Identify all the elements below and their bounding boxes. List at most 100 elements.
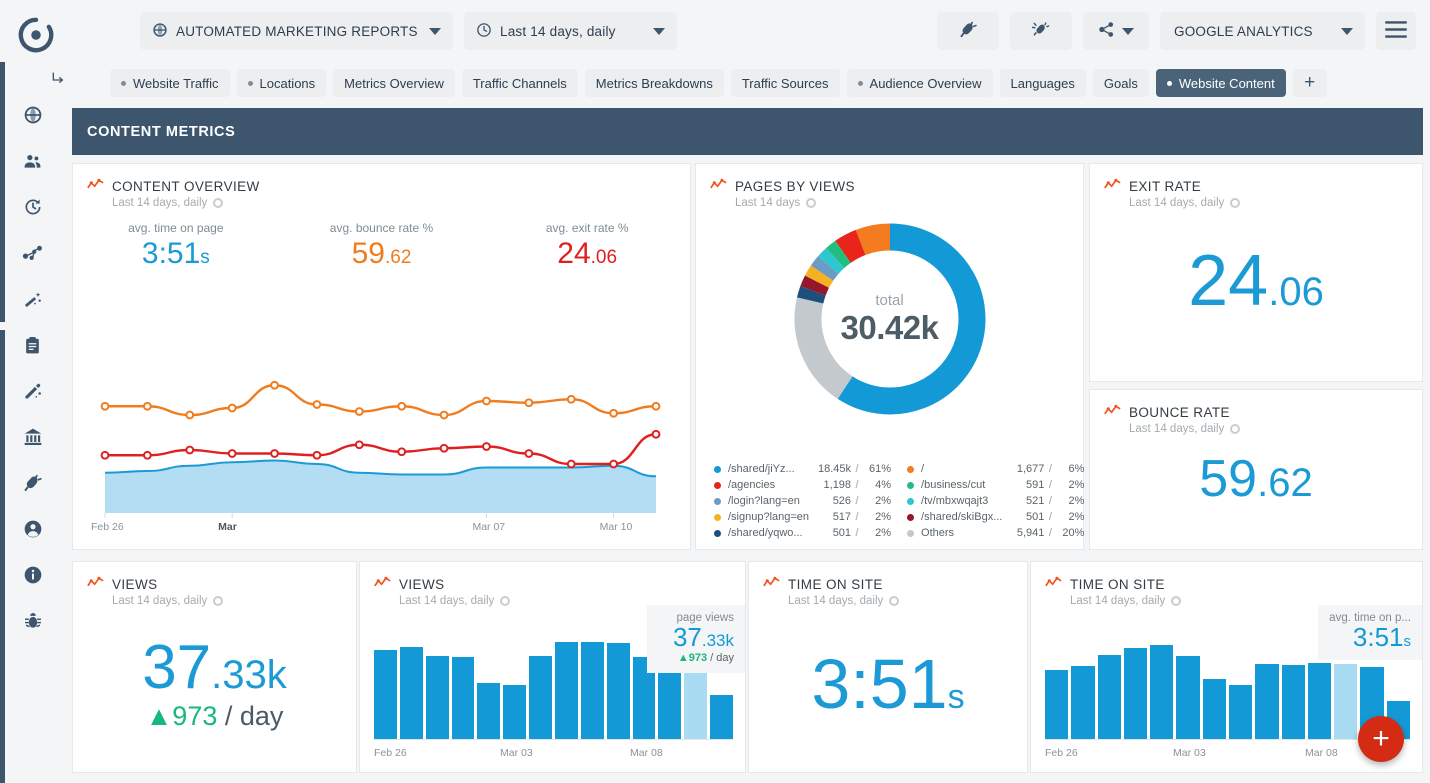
connect-datasource-button[interactable] [937,12,999,50]
tab-website-content[interactable]: Website Content [1156,69,1286,97]
bar[interactable] [452,657,475,740]
target-icon[interactable] [1171,596,1181,606]
bar[interactable] [1098,655,1121,740]
x-axis-tick: Mar 03 [500,747,533,759]
card-time-on-site-number: TIME ON SITE Last 14 days, daily 3:51s [748,561,1028,773]
sidebar-item-globe[interactable] [0,92,65,138]
axis-baseline [374,739,733,740]
tab-status-dot [1167,81,1172,86]
bar[interactable] [581,642,604,740]
share-button[interactable] [1083,12,1149,50]
legend-item[interactable]: /tv/mbxwqajt3521/2% [907,495,1084,507]
card-subtitle: Last 14 days, daily [788,595,1027,607]
sidebar-item-plug[interactable] [0,460,65,506]
bar[interactable] [529,656,552,740]
date-range-selector[interactable]: Last 14 days, daily [464,12,677,50]
sparkline-icon [1045,576,1062,592]
legend-separator: / [1044,479,1056,491]
disconnect-datasource-button[interactable] [1010,12,1072,50]
sidebar-item-edit[interactable] [0,368,65,414]
tab-label: Goals [1104,76,1138,91]
sidebar-item-info[interactable] [0,552,65,598]
tab-metrics-breakdowns[interactable]: Metrics Breakdowns [585,69,724,97]
legend-item[interactable]: /shared/skiBgx...501/2% [907,511,1084,523]
bar[interactable] [1150,645,1173,740]
tab-goals[interactable]: Goals [1093,69,1149,97]
bar[interactable] [1071,666,1094,740]
chevron-down-icon [653,28,665,35]
report-selector[interactable]: AUTOMATED MARKETING REPORTS [140,12,453,50]
legend-percent: 2% [863,527,891,539]
legend-separator: / [851,463,863,475]
datasource-selector[interactable]: GOOGLE ANALYTICS [1160,12,1365,50]
legend-item[interactable]: /login?lang=en526/2% [714,495,891,507]
legend-item[interactable]: /shared/yqwo...501/2% [714,527,891,539]
bar[interactable] [1282,665,1305,740]
legend-item[interactable]: /business/cut591/2% [907,479,1084,491]
bar[interactable] [1255,664,1278,740]
add-tab-button[interactable]: + [1293,69,1327,97]
legend-item[interactable]: /shared/jiYz...18.45k/61% [714,463,891,475]
bar[interactable] [1334,664,1357,740]
legend-item[interactable]: /agencies1,198/4% [714,479,891,491]
plug-icon [23,473,43,493]
bar[interactable] [374,650,397,740]
card-title: EXIT RATE [1104,178,1422,194]
plus-icon: + [1372,724,1390,754]
bar[interactable] [658,666,681,740]
sidebar-item-bank[interactable] [0,414,65,460]
bar[interactable] [426,656,449,740]
main-menu-button[interactable] [1376,12,1416,50]
tab-label: Traffic Sources [742,76,829,91]
card-subtitle: Last 14 days, daily [112,197,690,209]
sparkline-icon [374,576,391,592]
sidebar-item-network[interactable] [0,230,65,276]
add-widget-fab[interactable]: + [1358,716,1404,762]
pencil-edit-icon [23,381,43,401]
tab-metrics-overview[interactable]: Metrics Overview [333,69,455,97]
target-icon[interactable] [1230,198,1240,208]
bar[interactable] [503,685,526,740]
target-icon[interactable] [889,596,899,606]
legend-separator: / [851,511,863,523]
tab-traffic-channels[interactable]: Traffic Channels [462,69,578,97]
bar[interactable] [477,683,500,740]
target-icon[interactable] [213,596,223,606]
tab-traffic-sources[interactable]: Traffic Sources [731,69,840,97]
bar[interactable] [1176,656,1199,740]
target-icon[interactable] [806,198,816,208]
legend-color-dot [907,530,914,537]
tab-languages[interactable]: Languages [1000,69,1086,97]
bar[interactable] [1045,670,1068,740]
tab-audience-overview[interactable]: Audience Overview [847,69,993,97]
bar[interactable] [555,642,578,740]
sidebar-item-magic-wand[interactable] [0,276,65,322]
legend-item[interactable]: /signup?lang=en517/2% [714,511,891,523]
bar[interactable] [400,647,423,740]
target-icon[interactable] [213,198,223,208]
bar[interactable] [1308,663,1331,740]
sidebar-item-bug[interactable] [0,598,65,644]
target-icon[interactable] [500,596,510,606]
bar[interactable] [1203,679,1226,740]
sidebar-item-refresh-clock[interactable] [0,184,65,230]
bar[interactable] [1124,648,1147,740]
x-axis-tick: Mar 08 [630,747,663,759]
dashboard-logo-icon[interactable] [17,16,55,54]
tab-locations[interactable]: Locations [237,69,327,97]
legend-item[interactable]: Others5,941/20% [907,527,1084,539]
bar[interactable] [1229,685,1252,740]
card-pages-by-views: PAGES BY VIEWS Last 14 days total 30.42k… [695,163,1084,550]
legend-item[interactable]: /1,677/6% [907,463,1084,475]
bar[interactable] [684,663,707,740]
sidebar-item-clipboard[interactable] [0,322,65,368]
bar[interactable] [607,643,630,740]
tab-website-traffic[interactable]: Website Traffic [110,69,230,97]
sidebar-item-account[interactable] [0,506,65,552]
info-icon [23,565,43,585]
plug-icon [959,20,978,42]
target-icon[interactable] [1230,424,1240,434]
sidebar-item-users[interactable] [0,138,65,184]
bar[interactable] [710,695,733,740]
metric-2: avg. exit rate %24.06 [484,221,690,271]
